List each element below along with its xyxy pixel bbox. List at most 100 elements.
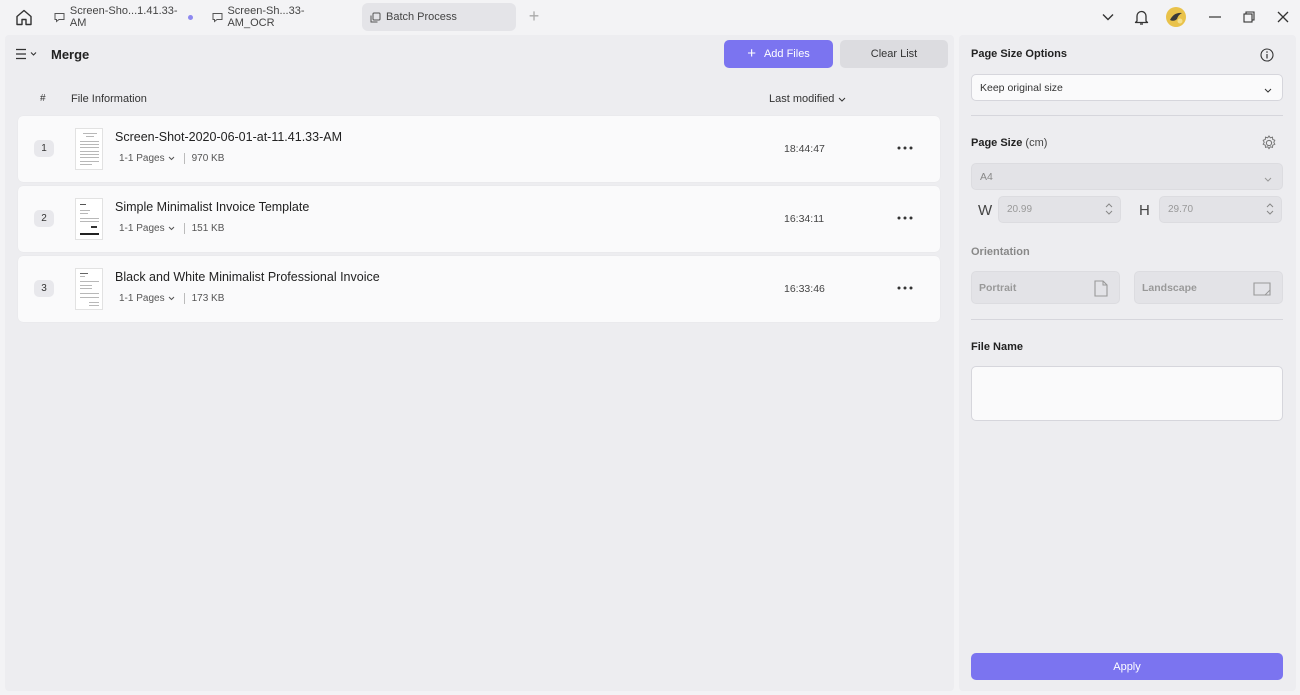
add-files-button[interactable]: + Add Files (724, 40, 833, 68)
page-range-dropdown[interactable]: 1-1 Pages (119, 223, 175, 234)
info-icon[interactable] (1257, 45, 1277, 65)
file-thumbnail (75, 268, 103, 310)
plus-icon: + (747, 45, 756, 62)
page-size-unit: (cm) (1025, 137, 1048, 149)
tab-label: Screen-Sho...1.41.33-AM (69, 5, 178, 29)
page-size-options-select[interactable]: Keep original size (971, 74, 1283, 101)
divider (183, 223, 185, 234)
page-range-dropdown[interactable]: 1-1 Pages (119, 293, 175, 304)
comment-icon (54, 11, 66, 23)
column-last-modified: Last modified (769, 93, 835, 105)
tab-screenshot[interactable]: Screen-Sho...1.41.33-AM (46, 3, 201, 31)
chevron-down-icon (168, 156, 175, 161)
file-time: 18:44:47 (784, 143, 825, 155)
home-icon[interactable] (12, 6, 36, 28)
file-size: 151 KB (191, 223, 225, 234)
width-input[interactable]: 20.99 (998, 196, 1121, 223)
file-index: 2 (34, 210, 54, 227)
height-value: 29.70 (1168, 204, 1194, 215)
portrait-label: Portrait (979, 281, 1017, 294)
divider (183, 153, 185, 164)
width-value: 20.99 (1007, 204, 1033, 215)
page-size-label: Page Size (971, 137, 1023, 149)
new-tab-button[interactable]: + (524, 6, 544, 28)
portrait-option[interactable]: Portrait (971, 271, 1120, 304)
paper-size-select[interactable]: A4 (971, 163, 1283, 190)
file-name-input[interactable] (971, 366, 1283, 421)
height-input[interactable]: 29.70 (1159, 196, 1282, 223)
tab-label: Screen-Sh...33-AM_OCR (227, 5, 305, 29)
file-row[interactable]: 2 Simple Minimalist Invoice Template 1-1… (18, 186, 940, 252)
file-meta: 1-1 Pages 173 KB (119, 293, 224, 304)
file-time: 16:33:46 (784, 283, 825, 295)
divider (971, 319, 1283, 320)
file-name: Black and White Minimalist Professional … (115, 270, 380, 284)
column-number: # (40, 93, 46, 104)
copy-icon (370, 11, 382, 23)
page-range-dropdown[interactable]: 1-1 Pages (119, 153, 175, 164)
divider (971, 115, 1283, 116)
tab-label: Batch Process (386, 11, 457, 23)
menu-button[interactable] (16, 46, 40, 62)
file-meta: 1-1 Pages 970 KB (119, 153, 224, 164)
tab-screenshot-ocr[interactable]: Screen-Sh...33-AM_OCR (204, 3, 354, 31)
chevron-down-icon (1264, 84, 1272, 96)
chevron-down-icon (1264, 173, 1272, 185)
stepper-icon[interactable] (1105, 202, 1113, 216)
file-name-title: File Name (971, 341, 1023, 353)
avatar[interactable] (1163, 5, 1189, 29)
file-size: 970 KB (191, 153, 225, 164)
title-bar: Screen-Sho...1.41.33-AM Screen-Sh...33-A… (0, 0, 1300, 34)
comment-icon (212, 11, 223, 23)
gear-icon[interactable] (1259, 134, 1279, 152)
page-range: 1-1 Pages (119, 153, 165, 164)
settings-panel: Page Size Options Keep original size Pag… (959, 35, 1296, 691)
page-range: 1-1 Pages (119, 293, 165, 304)
column-file-information: File Information (71, 93, 147, 105)
file-time: 16:34:11 (784, 213, 825, 225)
merge-panel: Merge + Add Files Clear List # File Info… (5, 35, 954, 691)
file-thumbnail (75, 198, 103, 240)
page-range: 1-1 Pages (119, 223, 165, 234)
chevron-down-icon (168, 296, 175, 301)
landscape-icon (1253, 282, 1271, 299)
file-row[interactable]: 3 Black and White Minimalist Professiona… (18, 256, 940, 322)
page-size-title: Page Size (cm) (971, 137, 1047, 149)
sort-last-modified[interactable]: Last modified (769, 93, 846, 105)
page-size-options-value: Keep original size (980, 81, 1063, 94)
apply-button[interactable]: Apply (971, 653, 1283, 680)
page-title: Merge (51, 47, 90, 62)
minimize-icon[interactable] (1202, 5, 1228, 29)
chevron-down-icon[interactable] (1095, 5, 1121, 29)
portrait-icon (1094, 280, 1108, 300)
file-index: 1 (34, 140, 54, 157)
bell-icon[interactable] (1128, 5, 1154, 29)
more-icon[interactable] (895, 280, 915, 296)
file-row[interactable]: 1 Screen-Shot-2020-06-01-at-11.41.33-AM … (18, 116, 940, 182)
clear-list-button[interactable]: Clear List (840, 40, 948, 68)
unsaved-dot (188, 15, 193, 20)
height-label: H (1139, 202, 1150, 219)
tab-batch-process[interactable]: Batch Process (362, 3, 516, 31)
file-meta: 1-1 Pages 151 KB (119, 223, 224, 234)
restore-icon[interactable] (1236, 5, 1262, 29)
stepper-icon[interactable] (1266, 202, 1274, 216)
orientation-title: Orientation (971, 246, 1030, 258)
width-label: W (978, 202, 993, 219)
more-icon[interactable] (895, 210, 915, 226)
chevron-down-icon (168, 226, 175, 231)
paper-size-value: A4 (980, 170, 993, 183)
file-name: Screen-Shot-2020-06-01-at-11.41.33-AM (115, 130, 342, 144)
divider (183, 293, 185, 304)
landscape-label: Landscape (1142, 281, 1197, 294)
add-files-label: Add Files (763, 48, 810, 60)
file-name: Simple Minimalist Invoice Template (115, 200, 310, 214)
more-icon[interactable] (895, 140, 915, 156)
file-thumbnail (75, 128, 103, 170)
landscape-option[interactable]: Landscape (1134, 271, 1283, 304)
close-icon[interactable] (1270, 5, 1296, 29)
file-index: 3 (34, 280, 54, 297)
file-size: 173 KB (191, 293, 225, 304)
page-size-options-title: Page Size Options (971, 48, 1067, 60)
chevron-down-icon (838, 93, 846, 105)
